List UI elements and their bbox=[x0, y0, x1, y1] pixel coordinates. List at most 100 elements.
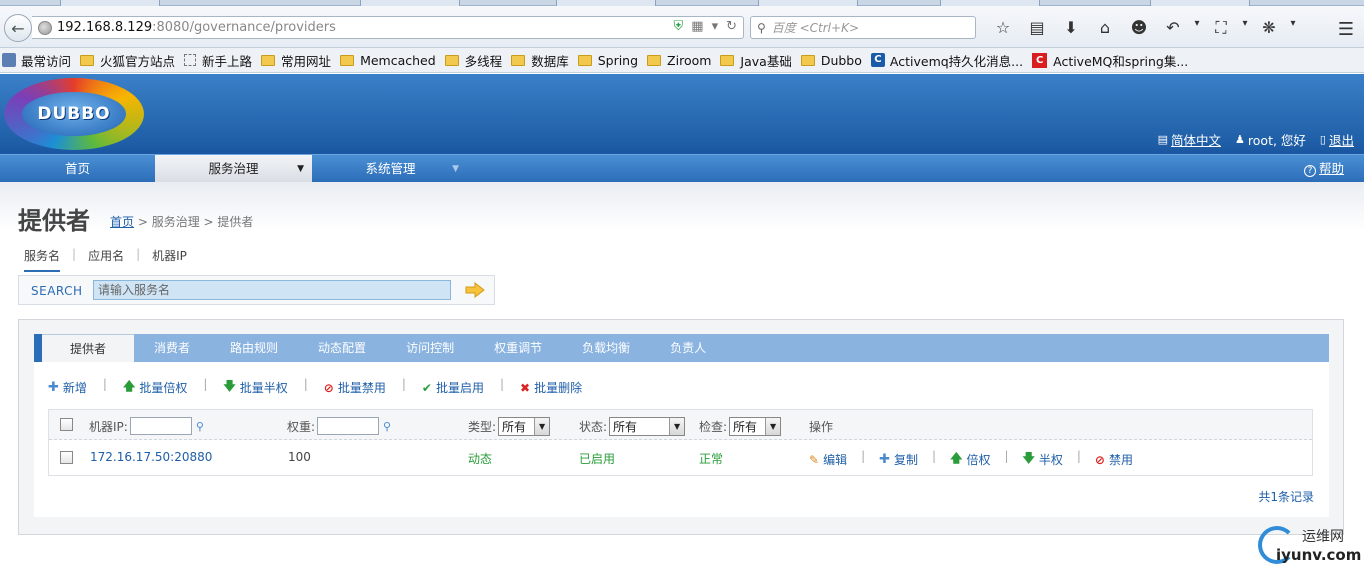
tab-owners[interactable]: 负责人 bbox=[650, 334, 726, 362]
bookmark-item[interactable]: Java基础 bbox=[720, 51, 792, 70]
qr-code-icon[interactable]: ▦ bbox=[691, 19, 703, 34]
arrow-down-icon: 🡇 bbox=[223, 379, 236, 393]
globe-icon bbox=[38, 20, 52, 35]
batch-half-weight-button[interactable]: 🡇 批量半权 bbox=[223, 377, 287, 398]
edit-button[interactable]: ✎ 编辑 bbox=[809, 449, 847, 470]
download-icon[interactable]: ⬇ bbox=[1054, 18, 1088, 38]
document-icon: ▤ bbox=[1157, 133, 1169, 146]
search-input[interactable] bbox=[93, 280, 451, 300]
bookmark-item[interactable]: 新手上路 bbox=[184, 51, 252, 70]
search-icon[interactable]: ⚲ bbox=[196, 420, 204, 433]
search-tab-ip[interactable]: 机器IP bbox=[152, 247, 187, 272]
tab-providers[interactable]: 提供者 bbox=[42, 334, 135, 362]
divider: | bbox=[861, 449, 866, 463]
select-all-checkbox[interactable] bbox=[60, 418, 73, 431]
type-filter-label: 类型: bbox=[468, 420, 497, 434]
language-link[interactable]: ▤ 简体中文 bbox=[1158, 130, 1221, 149]
type-select[interactable]: 所有 ▼ bbox=[498, 417, 551, 436]
url-bar[interactable]: 192.168.8.129:8080/governance/providers … bbox=[32, 16, 744, 39]
check-icon: ✔ bbox=[421, 380, 432, 395]
bookmark-item[interactable]: C Activemq持久化消息... bbox=[870, 51, 1023, 70]
add-button[interactable]: ✚ 新增 bbox=[48, 377, 87, 398]
search-placeholder: 百度 <Ctrl+K> bbox=[771, 21, 859, 35]
provider-weight: 100 bbox=[288, 450, 311, 464]
bug-icon[interactable]: ❋ bbox=[1252, 18, 1286, 38]
dropdown-icon[interactable]: ▾ bbox=[1190, 18, 1204, 38]
nav-system-management[interactable]: 系统管理 ▼ bbox=[312, 155, 469, 183]
check-select[interactable]: 所有 ▼ bbox=[729, 417, 782, 436]
bookmark-label: Ziroom bbox=[667, 52, 712, 68]
hamburger-menu-icon[interactable]: ☰ bbox=[1338, 19, 1354, 40]
bookmark-item[interactable]: C ActiveMQ和spring集... bbox=[1032, 51, 1188, 70]
batch-disable-label: 批量禁用 bbox=[337, 381, 386, 395]
batch-disable-button[interactable]: ⊘ 批量禁用 bbox=[324, 377, 386, 398]
divider: | bbox=[72, 247, 77, 261]
tab-dynamic-config[interactable]: 动态配置 bbox=[298, 334, 386, 362]
providers-table: 机器IP: ⚲ 权重: ⚲ 类型: 所有 ▼ 状态: 所有 ▼ 检查: 所有 ▼… bbox=[48, 409, 1313, 476]
tab-routes[interactable]: 路由规则 bbox=[210, 334, 298, 362]
tab-load-balance[interactable]: 负载均衡 bbox=[562, 334, 650, 362]
bookmark-item[interactable]: Memcached bbox=[340, 53, 436, 68]
batch-enable-button[interactable]: ✔ 批量启用 bbox=[422, 377, 484, 398]
help-link[interactable]: ? 帮助 bbox=[1303, 155, 1344, 183]
breadcrumb-home[interactable]: 首页 bbox=[110, 215, 134, 229]
logout-link[interactable]: ▯ 退出 bbox=[1320, 130, 1354, 149]
bookmark-item[interactable]: Dubbo bbox=[800, 53, 862, 68]
bookmark-label: Memcached bbox=[360, 52, 436, 68]
chat-icon[interactable]: ☻ bbox=[1122, 18, 1156, 38]
home-icon[interactable]: ⌂ bbox=[1088, 18, 1122, 38]
nav-home-label: 首页 bbox=[64, 161, 90, 176]
row-checkbox[interactable] bbox=[60, 451, 73, 464]
tab-consumers[interactable]: 消费者 bbox=[134, 334, 210, 362]
weight-filter-input[interactable] bbox=[317, 417, 380, 435]
star-icon[interactable]: ☆ bbox=[986, 18, 1020, 38]
bookmark-item[interactable]: 多线程 bbox=[444, 51, 502, 70]
half-weight-button[interactable]: 🡇 半权 bbox=[1023, 449, 1063, 470]
bookmark-label: 最常访问 bbox=[21, 53, 72, 69]
search-tab-app[interactable]: 应用名 bbox=[88, 247, 124, 272]
copy-button[interactable]: ✚ 复制 bbox=[879, 449, 918, 470]
shield-icon[interactable]: ⛨ bbox=[674, 19, 684, 34]
bookmark-item[interactable]: 常用网址 bbox=[261, 51, 331, 70]
url-host: 192.168.8.129 bbox=[57, 20, 153, 35]
search-icon[interactable]: ⚲ bbox=[383, 420, 391, 433]
search-bar: SEARCH bbox=[18, 275, 495, 305]
nav-home[interactable]: 首页 bbox=[0, 155, 155, 183]
back-button[interactable]: ← bbox=[4, 14, 32, 42]
bookmark-item[interactable]: Ziroom bbox=[647, 53, 711, 68]
total-records: 共1条记录 bbox=[1258, 490, 1314, 504]
browser-search-box[interactable]: ⚲ 百度 <Ctrl+K> bbox=[750, 16, 976, 39]
divider: | bbox=[136, 247, 141, 261]
watermark: 运维网 iyunv.com bbox=[1258, 524, 1362, 568]
tab-access-control[interactable]: 访问控制 bbox=[386, 334, 474, 362]
clipboard-icon[interactable]: ▤ bbox=[1020, 18, 1054, 38]
folder-icon bbox=[340, 54, 355, 66]
language-label: 简体中文 bbox=[1171, 133, 1222, 148]
bookmark-item[interactable]: 数据库 bbox=[511, 51, 569, 70]
ip-filter-input[interactable] bbox=[129, 417, 192, 435]
disable-label: 禁用 bbox=[1108, 453, 1133, 467]
arrow-right-icon[interactable] bbox=[465, 282, 485, 298]
batch-double-weight-button[interactable]: 🡅 批量倍权 bbox=[123, 377, 187, 398]
tab-weights[interactable]: 权重调节 bbox=[474, 334, 562, 362]
bookmark-item[interactable]: 火狐官方站点 bbox=[80, 51, 175, 70]
dubbo-logo[interactable]: DUBBO bbox=[4, 78, 144, 150]
dropdown-icon[interactable]: ▾ bbox=[1286, 18, 1300, 38]
bookmark-item[interactable]: 最常访问 bbox=[2, 51, 71, 70]
disable-button[interactable]: ⊘ 禁用 bbox=[1095, 449, 1133, 470]
user-icon: ♟ bbox=[1235, 133, 1245, 146]
dropdown-icon[interactable]: ▾ bbox=[712, 19, 719, 34]
reload-icon[interactable]: ↻ bbox=[726, 19, 737, 34]
undo-icon[interactable]: ↶ bbox=[1156, 18, 1190, 38]
status-select[interactable]: 所有 ▼ bbox=[609, 417, 686, 436]
nav-service-governance[interactable]: 服务治理 ▼ bbox=[155, 155, 312, 183]
double-weight-button[interactable]: 🡅 倍权 bbox=[950, 449, 990, 470]
bookmark-item[interactable]: Spring bbox=[577, 53, 638, 68]
bookmark-label: ActiveMQ和spring集... bbox=[1053, 53, 1189, 69]
status-filter-label: 状态: bbox=[579, 420, 608, 434]
crop-icon[interactable]: ⛶ bbox=[1204, 18, 1238, 38]
batch-delete-button[interactable]: ✖ 批量删除 bbox=[520, 377, 582, 398]
dropdown-icon[interactable]: ▾ bbox=[1238, 18, 1252, 38]
search-tab-service[interactable]: 服务名 bbox=[24, 247, 61, 272]
provider-address[interactable]: 172.16.17.50:20880 bbox=[90, 450, 212, 464]
